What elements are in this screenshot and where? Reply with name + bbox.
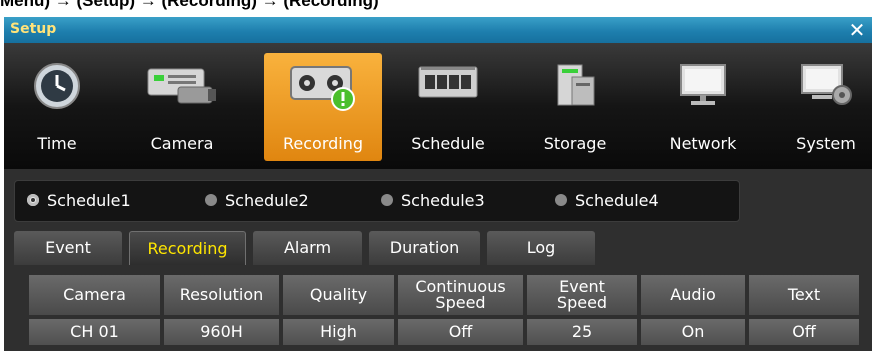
schedule-icon [418, 66, 478, 98]
cell-event-speed[interactable]: 25 [527, 319, 637, 345]
toolbar-item-schedule[interactable]: Schedule [396, 53, 500, 161]
column-header-audio: Audio [641, 275, 745, 315]
radio-selected-icon [27, 193, 39, 206]
network-icon [680, 64, 726, 105]
radio-schedule1[interactable]: Schedule1 [27, 181, 131, 221]
column-header-event-speed: Event Speed [527, 275, 637, 315]
toolbar-item-label: Network [669, 134, 737, 153]
setup-toolbar: Time Camera Recording Schedule Storage N… [4, 43, 872, 169]
cell-resolution[interactable]: 960H [164, 319, 279, 345]
schedule-selector: Schedule1 Schedule2 Schedule3 Schedule4 [14, 180, 740, 222]
radio-icon [555, 193, 567, 206]
toolbar-item-label: Recording [282, 134, 364, 153]
radio-schedule3[interactable]: Schedule3 [381, 181, 485, 221]
clock-icon [34, 63, 80, 109]
radio-label: Schedule2 [225, 191, 309, 210]
toolbar-item-label: Camera [150, 134, 214, 153]
cell-continuous-speed[interactable]: Off [398, 319, 523, 345]
toolbar-item-network[interactable]: Network [656, 53, 750, 161]
radio-label: Schedule3 [401, 191, 485, 210]
toolbar-item-system[interactable]: System [782, 53, 870, 161]
column-header-resolution: Resolution [164, 275, 279, 315]
toolbar-item-label: System [796, 134, 856, 153]
system-icon [801, 64, 852, 105]
toolbar-item-time[interactable]: Time [12, 53, 102, 161]
column-header-text: Text [749, 275, 859, 315]
title-bar: Setup ✕ [4, 17, 872, 43]
toolbar-item-storage[interactable]: Storage [532, 53, 618, 161]
cell-audio[interactable]: On [641, 319, 745, 345]
radio-icon [381, 193, 393, 206]
toolbar-item-recording[interactable]: Recording [264, 53, 382, 161]
recording-icon [290, 66, 355, 111]
tab-event[interactable]: Event [14, 231, 122, 265]
radio-label: Schedule4 [575, 191, 659, 210]
breadcrumb-caption: Menu) → (Setup) → (Recording) → (Recordi… [0, 0, 379, 10]
setup-window: Setup ✕ Time Camera Recording Schedule S… [4, 17, 872, 351]
radio-label: Schedule1 [47, 191, 131, 210]
cell-text[interactable]: Off [749, 319, 859, 345]
column-header-continuous-speed: Continuous Speed [398, 275, 523, 315]
cell-camera[interactable]: CH 01 [29, 319, 160, 345]
radio-schedule4[interactable]: Schedule4 [555, 181, 659, 221]
radio-icon [205, 193, 217, 206]
column-header-quality: Quality [283, 275, 394, 315]
storage-icon [557, 64, 595, 106]
toolbar-item-label: Storage [543, 134, 607, 153]
cell-quality[interactable]: High [283, 319, 394, 345]
tab-log[interactable]: Log [487, 231, 595, 265]
camera-icon [147, 68, 216, 104]
toolbar-item-camera[interactable]: Camera [130, 53, 234, 161]
tab-alarm[interactable]: Alarm [253, 231, 362, 265]
toolbar-item-label: Schedule [411, 134, 485, 153]
tab-duration[interactable]: Duration [369, 231, 480, 265]
toolbar-item-label: Time [37, 134, 77, 153]
window-title: Setup [10, 21, 57, 37]
close-icon[interactable]: ✕ [846, 17, 868, 43]
column-header-camera: Camera [29, 275, 160, 315]
radio-schedule2[interactable]: Schedule2 [205, 181, 309, 221]
tab-recording[interactable]: Recording [129, 231, 246, 265]
